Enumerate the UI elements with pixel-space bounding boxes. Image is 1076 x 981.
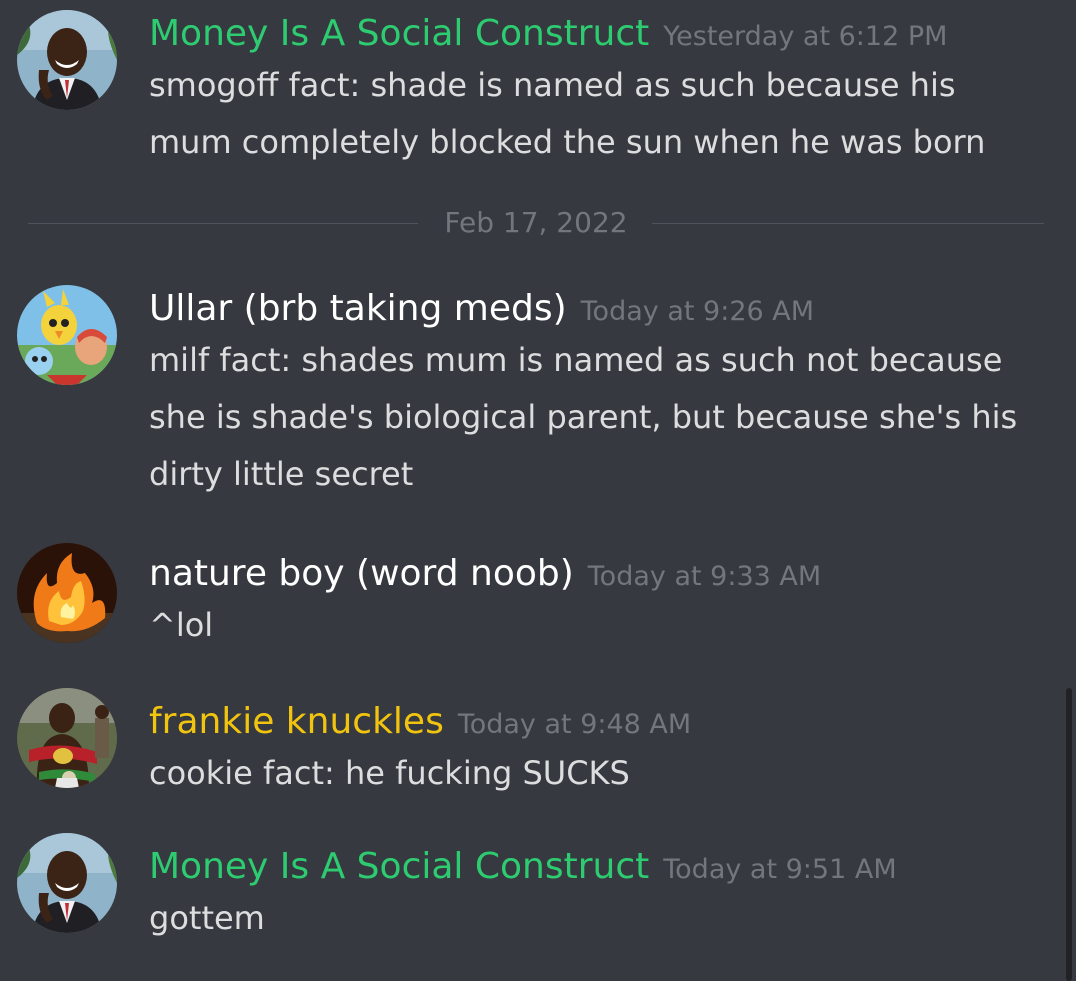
scrollbar[interactable] <box>1066 688 1072 981</box>
timestamp: Yesterday at 6:12 PM <box>663 21 948 52</box>
date-divider-label: Feb 17, 2022 <box>444 206 628 239</box>
message-text: smogoff fact: shade is named as such bec… <box>149 66 986 161</box>
timestamp: Today at 9:33 AM <box>587 561 822 592</box>
avatar[interactable] <box>17 833 117 933</box>
message-text: ^lol <box>149 606 214 644</box>
avatar[interactable] <box>17 688 117 788</box>
timestamp: Today at 9:26 AM <box>580 296 815 327</box>
message-text: cookie fact: he fucking SUCKS <box>149 754 630 792</box>
avatar[interactable] <box>17 543 117 643</box>
username[interactable]: nature boy (word noob) <box>149 553 574 594</box>
avatar[interactable] <box>17 10 117 110</box>
message-text: gottem <box>149 899 265 937</box>
avatar[interactable] <box>17 285 117 385</box>
username[interactable]: Money Is A Social Construct <box>149 13 649 54</box>
date-divider: Feb 17, 2022 <box>28 200 1044 248</box>
username[interactable]: Ullar (brb taking meds) <box>149 288 567 329</box>
timestamp: Today at 9:51 AM <box>663 854 897 885</box>
message-text: milf fact: shades mum is named as such n… <box>149 341 1018 493</box>
timestamp: Today at 9:48 AM <box>457 709 692 740</box>
username[interactable]: frankie knuckles <box>149 701 444 742</box>
username[interactable]: Money Is A Social Construct <box>149 846 649 887</box>
